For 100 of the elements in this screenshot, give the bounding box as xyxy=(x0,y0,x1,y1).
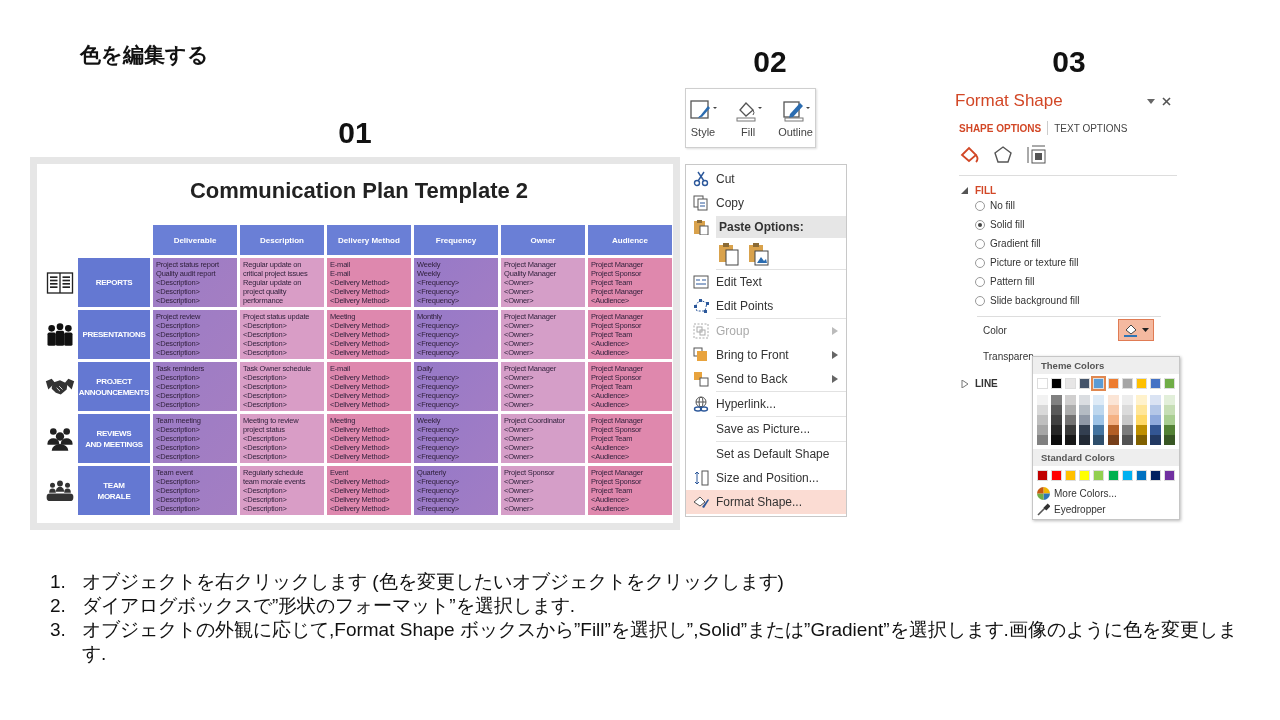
color-swatch[interactable] xyxy=(1051,435,1063,445)
color-swatch[interactable] xyxy=(1065,395,1077,405)
radio-button[interactable] xyxy=(975,219,985,230)
color-swatch[interactable] xyxy=(1065,415,1077,425)
menu-item[interactable]: Format Shape... xyxy=(686,490,846,514)
menu-item[interactable]: Save as Picture... xyxy=(686,417,846,441)
color-swatch[interactable] xyxy=(1037,378,1048,389)
color-swatch[interactable] xyxy=(1107,405,1119,415)
color-swatch[interactable] xyxy=(1164,378,1175,389)
color-swatch[interactable] xyxy=(1135,435,1147,445)
color-swatch[interactable] xyxy=(1121,378,1133,389)
color-swatch[interactable] xyxy=(1149,378,1161,389)
color-swatch[interactable] xyxy=(1121,425,1133,435)
color-swatch[interactable] xyxy=(1164,435,1175,445)
color-swatch[interactable] xyxy=(1149,415,1161,425)
color-swatch[interactable] xyxy=(1121,470,1133,481)
color-swatch[interactable] xyxy=(1093,405,1105,415)
color-swatch[interactable] xyxy=(1051,415,1063,425)
color-swatch[interactable] xyxy=(1107,470,1119,481)
menu-item[interactable]: Copy xyxy=(686,191,846,215)
color-swatch[interactable] xyxy=(1164,470,1175,481)
color-swatch[interactable] xyxy=(1079,395,1091,405)
color-swatch[interactable] xyxy=(1093,378,1105,389)
section-label[interactable]: LINE xyxy=(975,378,998,389)
radio-option[interactable]: Gradient fill xyxy=(955,234,1183,253)
color-swatch[interactable] xyxy=(1107,378,1119,389)
menu-item[interactable]: Set as Default Shape xyxy=(686,442,846,466)
color-swatch[interactable] xyxy=(1051,395,1063,405)
color-swatch[interactable] xyxy=(1149,470,1161,481)
color-swatch[interactable] xyxy=(1051,425,1063,435)
color-swatch[interactable] xyxy=(1107,415,1119,425)
color-swatch[interactable] xyxy=(1093,435,1105,445)
color-swatch[interactable] xyxy=(1135,470,1147,481)
menu-item[interactable]: More Colors... xyxy=(1033,485,1179,501)
color-swatch[interactable] xyxy=(1051,405,1063,415)
radio-option[interactable]: Pattern fill xyxy=(955,272,1183,291)
radio-button[interactable] xyxy=(975,295,985,306)
dropdown-caret-icon[interactable] xyxy=(1147,98,1155,104)
color-swatch[interactable] xyxy=(1093,415,1105,425)
radio-button[interactable] xyxy=(975,257,985,268)
color-swatch[interactable] xyxy=(1164,415,1175,425)
color-swatch[interactable] xyxy=(1121,415,1133,425)
color-swatch[interactable] xyxy=(1051,470,1063,481)
color-swatch[interactable] xyxy=(1135,415,1147,425)
color-swatch[interactable] xyxy=(1107,395,1119,405)
color-swatch[interactable] xyxy=(1079,435,1091,445)
color-swatch[interactable] xyxy=(1164,395,1175,405)
color-swatch[interactable] xyxy=(1093,470,1105,481)
color-swatch[interactable] xyxy=(1135,395,1147,405)
color-swatch[interactable] xyxy=(1037,470,1048,481)
color-swatch[interactable] xyxy=(1079,470,1091,481)
color-swatch[interactable] xyxy=(1037,395,1048,405)
menu-item[interactable]: Hyperlink... xyxy=(686,392,846,416)
menu-item[interactable]: Cut xyxy=(686,167,846,191)
color-swatch[interactable] xyxy=(1079,415,1091,425)
color-swatch[interactable] xyxy=(1065,378,1077,389)
color-swatch[interactable] xyxy=(1037,405,1048,415)
color-swatch[interactable] xyxy=(1149,395,1161,405)
color-swatch[interactable] xyxy=(1051,378,1063,389)
color-swatch[interactable] xyxy=(1037,425,1048,435)
menu-item[interactable]: Size and Position... xyxy=(686,466,846,490)
size-properties-icon[interactable] xyxy=(1027,145,1047,165)
radio-option[interactable]: Slide background fill xyxy=(955,291,1183,310)
color-swatch[interactable] xyxy=(1065,435,1077,445)
color-swatch[interactable] xyxy=(1164,405,1175,415)
color-swatch[interactable] xyxy=(1037,415,1048,425)
color-swatch[interactable] xyxy=(1079,405,1091,415)
color-swatch[interactable] xyxy=(1037,435,1048,445)
paste-keep-icon[interactable] xyxy=(718,242,740,266)
color-swatch[interactable] xyxy=(1093,425,1105,435)
tab[interactable]: TEXT OPTIONS xyxy=(1054,122,1128,134)
color-swatch[interactable] xyxy=(1065,470,1077,481)
menu-item[interactable]: Edit Points xyxy=(686,294,846,318)
color-swatch[interactable] xyxy=(1079,425,1091,435)
color-swatch[interactable] xyxy=(1149,425,1161,435)
radio-option[interactable]: Solid fill xyxy=(955,215,1183,234)
pentagon-icon[interactable] xyxy=(993,145,1013,165)
menu-item[interactable]: Bring to Front xyxy=(686,343,846,367)
color-swatch[interactable] xyxy=(1149,405,1161,415)
color-swatch[interactable] xyxy=(1121,405,1133,415)
section-label[interactable]: FILL xyxy=(975,185,997,196)
toolbar-button[interactable]: Outline xyxy=(778,98,813,138)
toolbar-button[interactable]: Fill xyxy=(733,98,764,138)
radio-button[interactable] xyxy=(975,200,985,211)
color-swatch[interactable] xyxy=(1065,405,1077,415)
radio-button[interactable] xyxy=(975,238,985,249)
color-swatch[interactable] xyxy=(1093,395,1105,405)
color-swatch[interactable] xyxy=(1135,378,1147,389)
color-swatch[interactable] xyxy=(1149,435,1161,445)
expand-triangle-icon[interactable] xyxy=(961,379,969,388)
color-swatch[interactable] xyxy=(1079,378,1091,389)
paint-bucket-icon[interactable] xyxy=(959,145,979,165)
menu-item[interactable]: Eyedropper xyxy=(1033,501,1179,517)
menu-item[interactable]: Send to Back xyxy=(686,367,846,391)
collapse-triangle-icon[interactable] xyxy=(961,186,969,195)
color-swatch[interactable] xyxy=(1135,405,1147,415)
radio-button[interactable] xyxy=(975,276,985,287)
radio-option[interactable]: Picture or texture fill xyxy=(955,253,1183,272)
toolbar-button[interactable]: Style xyxy=(688,98,718,138)
color-swatch[interactable] xyxy=(1121,435,1133,445)
